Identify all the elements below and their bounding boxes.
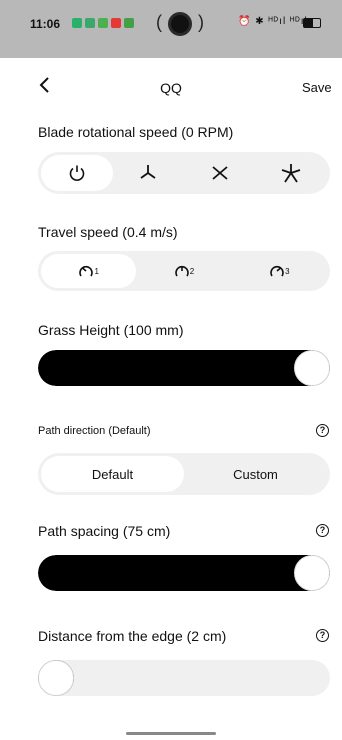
travel-speed-selector: 1 2 3 [38, 251, 330, 291]
speed-2-subscript: 2 [189, 266, 195, 276]
blade-speed-low[interactable] [113, 155, 185, 191]
speed-3-subscript: 3 [285, 266, 290, 276]
blade-3-icon [140, 165, 156, 179]
speed-1-subscript: 1 [94, 266, 99, 276]
travel-speed-2[interactable]: 2 [136, 254, 231, 288]
blade-speed-off[interactable] [41, 155, 113, 191]
path-spacing-slider[interactable] [38, 555, 330, 591]
path-direction-selector: Default Custom [38, 453, 330, 495]
page-title: QQ [160, 80, 182, 96]
path-direction-help-icon[interactable]: ? [316, 424, 329, 437]
path-spacing-label: Path spacing (75 cm) [38, 523, 171, 539]
path-direction-custom[interactable]: Custom [184, 456, 327, 492]
grass-height-slider[interactable] [38, 350, 330, 386]
travel-speed-1[interactable]: 1 [41, 254, 137, 288]
edge-distance-slider-knob[interactable] [38, 660, 74, 696]
blade-speed-label: Blade rotational speed (0 RPM) [38, 124, 234, 140]
blade-5-icon [281, 164, 301, 183]
camera-bracket-right: ) [198, 12, 204, 32]
blade-speed-medium[interactable] [184, 155, 256, 191]
path-direction-default[interactable]: Default [41, 456, 184, 492]
signal-icons: ⏰ ✱ ᴴᴰıl ᴴᴰıl [238, 16, 308, 27]
status-time: 11:06 [30, 17, 61, 31]
edge-distance-label: Distance from the edge (2 cm) [38, 628, 227, 644]
blade-speed-high[interactable] [256, 155, 328, 191]
travel-speed-label: Travel speed (0.4 m/s) [38, 224, 178, 240]
speed-3-icon [270, 265, 284, 277]
power-icon [69, 165, 85, 181]
grass-height-slider-knob[interactable] [294, 350, 330, 386]
speed-1-icon [79, 265, 94, 277]
path-spacing-slider-fill [38, 555, 330, 591]
notification-icons [72, 18, 134, 28]
travel-speed-3[interactable]: 3 [232, 254, 327, 288]
home-indicator[interactable] [126, 732, 216, 735]
camera-bracket-left: ( [156, 12, 162, 32]
camera-cutout-icon [168, 12, 192, 36]
blade-4-icon [212, 166, 228, 180]
path-spacing-help-icon[interactable]: ? [316, 524, 329, 537]
path-direction-label: Path direction (Default) [38, 425, 151, 437]
status-bar: 11:06 ( ) ⏰ ✱ ᴴᴰıl ᴴᴰıl [0, 0, 342, 58]
speed-2-icon [174, 265, 189, 277]
edge-distance-slider[interactable] [38, 660, 330, 696]
battery-icon [303, 18, 321, 28]
grass-height-slider-fill [38, 350, 330, 386]
save-button[interactable]: Save [302, 80, 332, 95]
blade-speed-selector [38, 152, 330, 194]
grass-height-label: Grass Height (100 mm) [38, 322, 184, 338]
path-spacing-slider-knob[interactable] [294, 555, 330, 591]
edge-distance-help-icon[interactable]: ? [316, 629, 329, 642]
